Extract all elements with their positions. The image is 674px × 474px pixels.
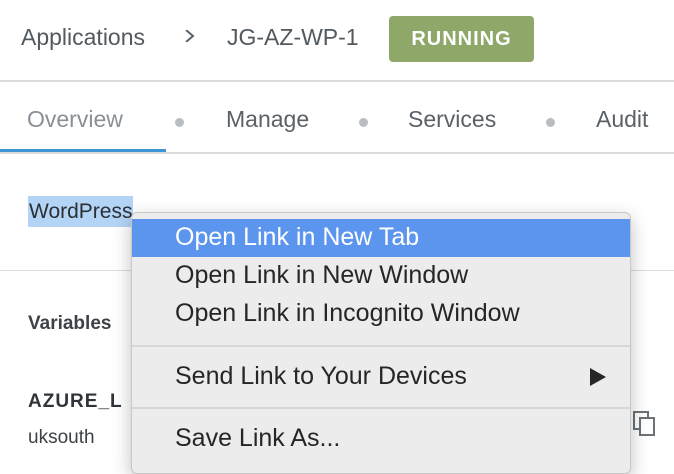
menu-item-label: Send Link to Your Devices [175, 362, 467, 390]
tab-manage[interactable]: Manage [226, 106, 309, 133]
tab-separator-dot [359, 118, 368, 127]
copy-icon[interactable] [632, 411, 656, 437]
context-menu: Open Link in New Tab Open Link in New Wi… [131, 212, 631, 474]
status-badge: RUNNING [389, 16, 534, 62]
submenu-arrow-icon [590, 368, 606, 386]
tab-bar: Overview Manage Services Audit [0, 82, 674, 154]
active-tab-underline [0, 149, 166, 152]
menu-item-save-link-as[interactable]: Save Link As... [132, 420, 630, 458]
chevron-right-icon [185, 30, 195, 42]
variable-name: AZURE_L [28, 391, 123, 412]
tab-separator-dot [546, 118, 555, 127]
menu-item-open-new-window[interactable]: Open Link in New Window [132, 257, 630, 295]
menu-item-open-incognito[interactable]: Open Link in Incognito Window [132, 295, 630, 333]
menu-separator [132, 407, 630, 409]
menu-item-label: Open Link in New Tab [175, 223, 420, 251]
app-header: Applications JG-AZ-WP-1 RUNNING [0, 0, 674, 82]
menu-item-label: Open Link in Incognito Window [175, 299, 520, 327]
menu-item-label: Open Link in New Window [175, 261, 469, 289]
menu-separator [132, 345, 630, 347]
tab-audit[interactable]: Audit [596, 106, 648, 133]
wordpress-link[interactable]: WordPress [28, 196, 134, 227]
menu-item-send-to-devices[interactable]: Send Link to Your Devices [132, 358, 630, 396]
tab-separator-dot [175, 118, 184, 127]
menu-item-open-new-tab[interactable]: Open Link in New Tab [132, 219, 630, 257]
variable-value: uksouth [28, 427, 95, 448]
breadcrumb-applications[interactable]: Applications [21, 24, 145, 51]
breadcrumb-app-name: JG-AZ-WP-1 [227, 24, 359, 50]
menu-item-label: Save Link As... [175, 424, 341, 452]
variables-heading: Variables [28, 313, 112, 334]
tab-overview[interactable]: Overview [27, 106, 123, 133]
tab-services[interactable]: Services [408, 106, 496, 133]
